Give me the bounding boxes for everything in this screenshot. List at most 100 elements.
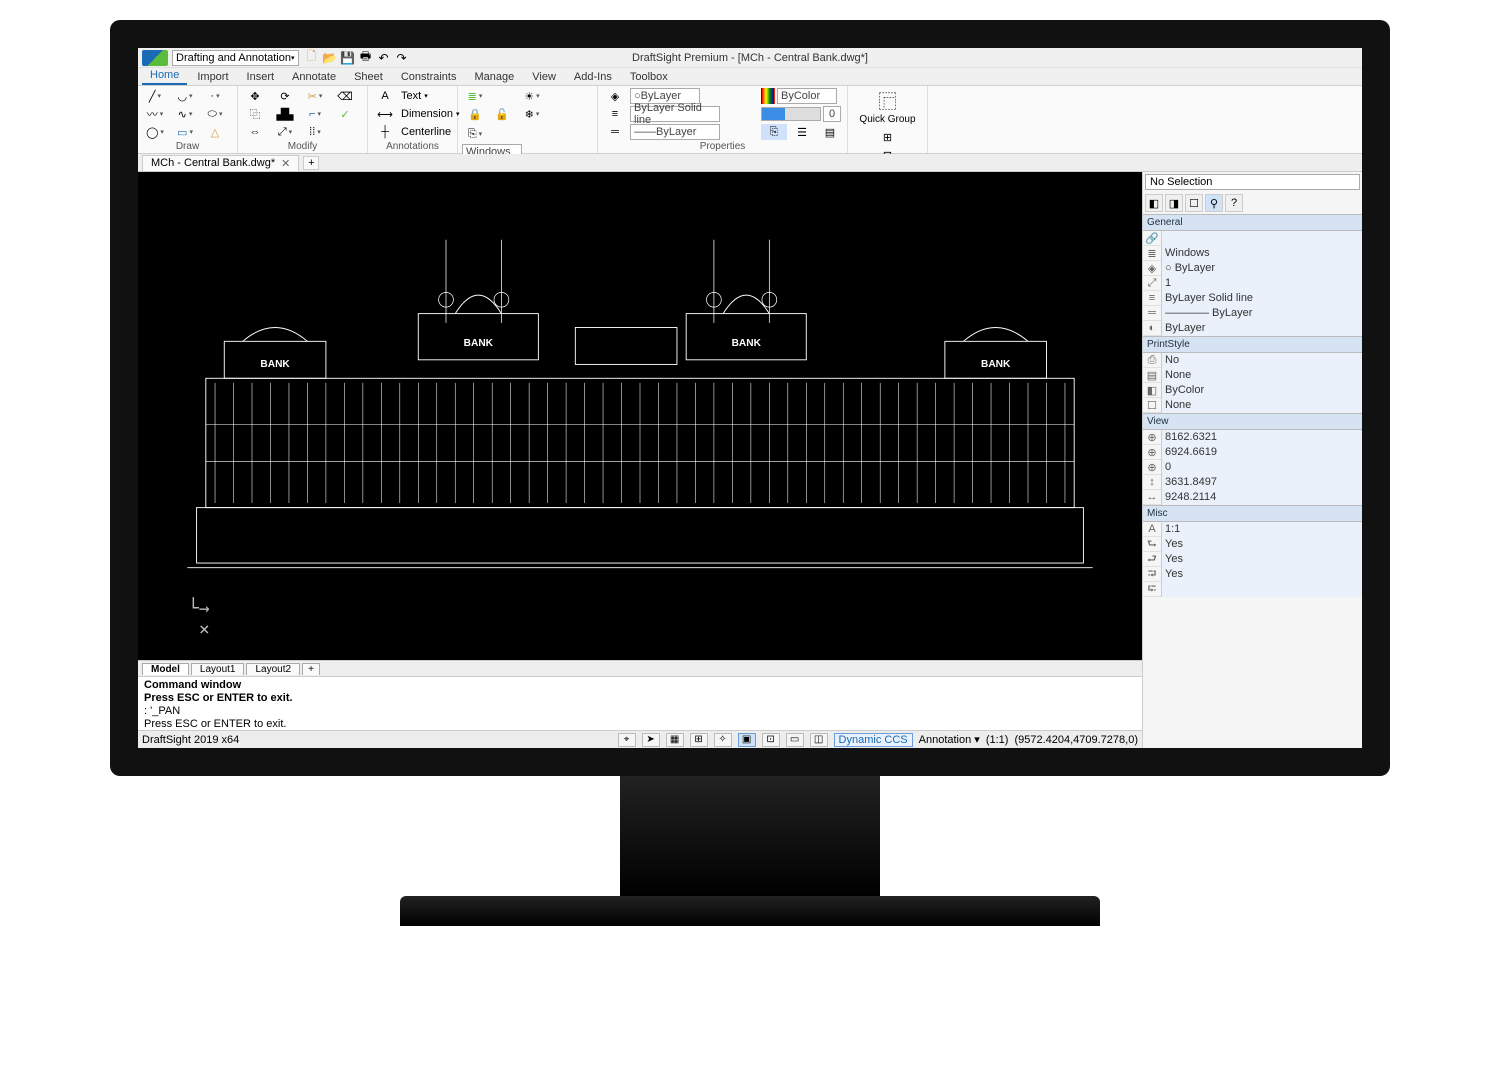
- property-value[interactable]: 9248.2114: [1161, 490, 1362, 505]
- property-row[interactable]: ⮑Yes: [1143, 537, 1362, 552]
- undo-icon[interactable]: ↶: [376, 50, 392, 66]
- props-help-icon[interactable]: ?: [1225, 194, 1243, 212]
- props-pickadd-icon[interactable]: ◨: [1165, 194, 1183, 212]
- model-tab-layout2[interactable]: Layout2: [246, 663, 300, 675]
- props-select-icon[interactable]: ☐: [1185, 194, 1203, 212]
- property-value[interactable]: Windows: [1161, 246, 1362, 261]
- property-row[interactable]: ⊕6924.6619: [1143, 445, 1362, 460]
- match-props-icon[interactable]: ⎘: [761, 124, 787, 140]
- props-section-printstyle[interactable]: PrintStyle: [1143, 336, 1362, 353]
- property-row[interactable]: ◐ByLayer: [1143, 321, 1362, 336]
- tab-home[interactable]: Home: [142, 67, 187, 85]
- rotate-tool[interactable]: ⟳: [272, 88, 298, 104]
- property-row[interactable]: ⊕0: [1143, 460, 1362, 475]
- layer-lock-icon[interactable]: 🔒: [462, 106, 488, 122]
- stretch-tool[interactable]: ⇔: [242, 124, 268, 140]
- property-value[interactable]: 0: [1161, 460, 1362, 475]
- list-icon[interactable]: ☰: [789, 124, 815, 140]
- property-value[interactable]: ○ ByLayer: [1161, 261, 1362, 276]
- property-row[interactable]: ⊕8162.6321: [1143, 430, 1362, 445]
- layer-freeze[interactable]: ❄: [519, 106, 545, 122]
- property-value[interactable]: Yes: [1161, 537, 1362, 552]
- props-quickselect-icon[interactable]: ⚲: [1205, 194, 1223, 212]
- property-row[interactable]: ≡ByLayer Solid line: [1143, 291, 1362, 306]
- linetype-combo[interactable]: ByLayer Solid line: [630, 106, 720, 122]
- ellipse-tool[interactable]: ⬭: [202, 106, 228, 122]
- property-row[interactable]: ↕3631.8497: [1143, 475, 1362, 490]
- layer-iso[interactable]: ☀: [519, 88, 545, 104]
- property-value[interactable]: Yes: [1161, 567, 1362, 582]
- array-tool[interactable]: ⁞⁞: [302, 124, 328, 140]
- property-value[interactable]: ByLayer: [1161, 321, 1362, 336]
- property-row[interactable]: ═———— ByLayer: [1143, 306, 1362, 321]
- new-file-icon[interactable]: 🗋: [304, 50, 320, 66]
- mirror-tool[interactable]: ▟▙: [272, 106, 298, 122]
- property-row[interactable]: ◧ByColor: [1143, 383, 1362, 398]
- property-row[interactable]: ◈○ ByLayer: [1143, 261, 1362, 276]
- layer-manager[interactable]: ≣: [462, 88, 488, 104]
- redo-icon[interactable]: ↷: [394, 50, 410, 66]
- property-row[interactable]: ⎙No: [1143, 353, 1362, 368]
- tab-annotate[interactable]: Annotate: [284, 69, 344, 85]
- quick-group-button[interactable]: ⿸ Quick Group: [855, 88, 919, 125]
- property-value[interactable]: No: [1161, 353, 1362, 368]
- property-value[interactable]: 3631.8497: [1161, 475, 1362, 490]
- status-model-icon[interactable]: ◫: [810, 733, 828, 747]
- status-esnap-icon[interactable]: ▣: [738, 733, 756, 747]
- tab-import[interactable]: Import: [189, 69, 236, 85]
- move-tool[interactable]: ✥: [242, 88, 268, 104]
- erase-tool[interactable]: ⌫: [332, 88, 358, 104]
- property-value[interactable]: ByLayer Solid line: [1161, 291, 1362, 306]
- status-cursor-icon[interactable]: ➤: [642, 733, 660, 747]
- property-value[interactable]: Yes: [1161, 552, 1362, 567]
- tab-constraints[interactable]: Constraints: [393, 69, 465, 85]
- polyline-tool[interactable]: 〰: [142, 106, 168, 122]
- properties-header[interactable]: No Selection: [1145, 174, 1360, 190]
- property-row[interactable]: ⮐Yes: [1143, 552, 1362, 567]
- tab-view[interactable]: View: [524, 69, 564, 85]
- arc-tool[interactable]: ◡: [172, 88, 198, 104]
- tab-insert[interactable]: Insert: [239, 69, 283, 85]
- property-row[interactable]: ▤None: [1143, 368, 1362, 383]
- props-section-misc[interactable]: Misc: [1143, 505, 1362, 522]
- print-icon[interactable]: 🖶: [358, 50, 374, 66]
- model-tab-layout1[interactable]: Layout1: [191, 663, 245, 675]
- trim-tool[interactable]: ✂: [302, 88, 328, 104]
- point-tool[interactable]: ·: [202, 88, 228, 104]
- status-annotation[interactable]: Annotation ▾: [919, 733, 980, 746]
- tab-manage[interactable]: Manage: [466, 69, 522, 85]
- layer-match[interactable]: ⎘: [462, 126, 488, 142]
- property-row[interactable]: ⮓: [1143, 582, 1362, 597]
- layer-unlock-icon[interactable]: 🔓: [489, 106, 515, 122]
- document-tab[interactable]: MCh - Central Bank.dwg* ✕: [142, 155, 299, 171]
- explode-tool[interactable]: ✓: [332, 106, 358, 122]
- status-lwt-icon[interactable]: ▭: [786, 733, 804, 747]
- props-section-general[interactable]: General: [1143, 214, 1362, 231]
- polygon-tool[interactable]: △: [202, 124, 228, 140]
- transparency-slider[interactable]: [761, 107, 821, 121]
- scale-tool[interactable]: ⤢: [272, 124, 298, 140]
- property-row[interactable]: A1:1: [1143, 522, 1362, 537]
- props-section-view[interactable]: View: [1143, 413, 1362, 430]
- linetype-icon[interactable]: ≡: [602, 106, 628, 122]
- property-row[interactable]: ⮒Yes: [1143, 567, 1362, 582]
- rect-tool[interactable]: ▭: [172, 124, 198, 140]
- tab-addins[interactable]: Add-Ins: [566, 69, 620, 85]
- props-filter-icon[interactable]: ◧: [1145, 194, 1163, 212]
- property-value[interactable]: 8162.6321: [1161, 430, 1362, 445]
- command-window[interactable]: Command window Press ESC or ENTER to exi…: [138, 676, 1142, 730]
- property-value[interactable]: 1:1: [1161, 522, 1362, 537]
- new-document-tab[interactable]: +: [303, 156, 319, 170]
- group-add-icon[interactable]: ⊞: [875, 129, 901, 145]
- status-polar-icon[interactable]: ✧: [714, 733, 732, 747]
- model-tab-model[interactable]: Model: [142, 663, 189, 675]
- circle-tool[interactable]: ◯: [142, 124, 168, 140]
- property-value[interactable]: [1161, 231, 1362, 246]
- property-row[interactable]: ≣Windows: [1143, 246, 1362, 261]
- spline-tool[interactable]: ∿: [172, 106, 198, 122]
- property-value[interactable]: ———— ByLayer: [1161, 306, 1362, 321]
- open-file-icon[interactable]: 📂: [322, 50, 338, 66]
- property-value[interactable]: 1: [1161, 276, 1362, 291]
- property-value[interactable]: None: [1161, 398, 1362, 413]
- status-snap-icon[interactable]: ⌖: [618, 733, 636, 747]
